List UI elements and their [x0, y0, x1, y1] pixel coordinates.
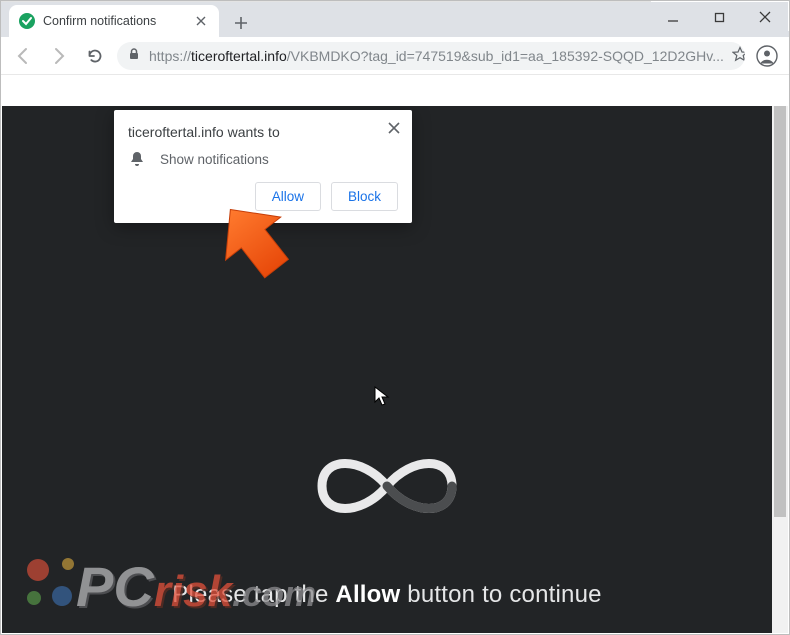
tab-title: Confirm notifications [43, 14, 156, 28]
watermark: P C risk .com [24, 554, 316, 619]
scrollbar-thumb[interactable] [774, 106, 786, 517]
window-close-button[interactable] [742, 2, 788, 32]
profile-button[interactable] [753, 42, 781, 70]
browser-window: Confirm notifications [0, 0, 790, 635]
watermark-dots-icon [24, 554, 104, 624]
url-text: https://ticeroftertal.info/VKBMDKO?tag_i… [149, 48, 724, 64]
reload-button[interactable] [81, 42, 109, 70]
infinity-loader-icon [292, 436, 482, 541]
watermark-com: .com [232, 573, 316, 615]
watermark-risk: risk [154, 567, 232, 617]
allow-button[interactable]: Allow [255, 182, 321, 211]
forward-button[interactable] [45, 42, 73, 70]
tab-favicon-icon [19, 13, 35, 29]
notification-permission-popup: ticeroftertal.info wants to Show notific… [114, 110, 412, 223]
block-button[interactable]: Block [331, 182, 398, 211]
popup-title: ticeroftertal.info wants to [128, 124, 398, 140]
lock-icon [127, 47, 141, 64]
popup-close-icon[interactable] [384, 118, 404, 138]
page-viewport: Please tap the Allow button to continue … [2, 106, 788, 633]
watermark-c: C [113, 554, 153, 619]
back-button[interactable] [9, 42, 37, 70]
address-bar[interactable]: https://ticeroftertal.info/VKBMDKO?tag_i… [117, 42, 745, 70]
browser-tab[interactable]: Confirm notifications [9, 5, 219, 37]
new-tab-button[interactable] [227, 9, 255, 37]
tab-close-icon[interactable] [193, 13, 209, 29]
bookmark-star-icon[interactable] [732, 46, 745, 65]
bell-icon [128, 150, 146, 168]
browser-toolbar: https://ticeroftertal.info/VKBMDKO?tag_i… [1, 37, 789, 75]
maximize-button[interactable] [696, 2, 742, 32]
minimize-button[interactable] [650, 2, 696, 32]
permission-label: Show notifications [160, 152, 269, 167]
vertical-scrollbar[interactable] [772, 106, 788, 633]
